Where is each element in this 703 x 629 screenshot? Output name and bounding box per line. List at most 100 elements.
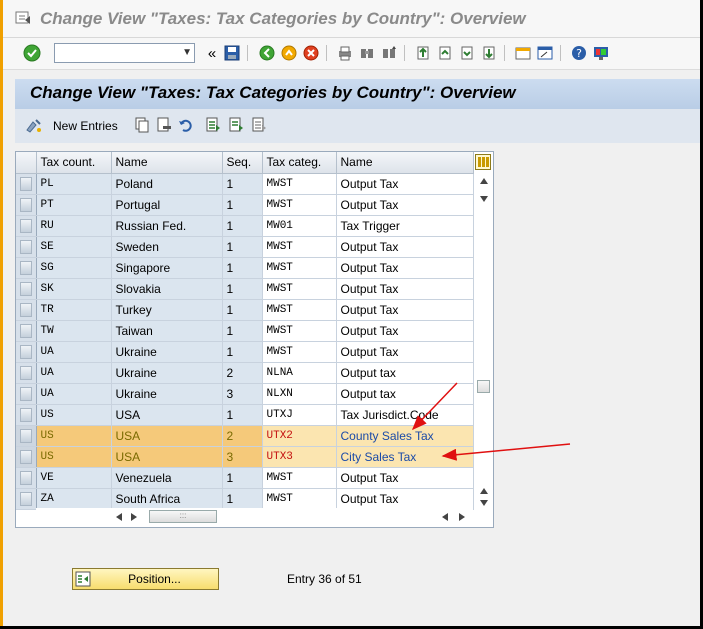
cell-tax-category[interactable]: MWST: [262, 467, 337, 489]
row-selector[interactable]: [16, 257, 37, 279]
row-selector[interactable]: [16, 194, 37, 216]
row-selector[interactable]: [16, 278, 37, 300]
row-select-box[interactable]: [19, 491, 32, 506]
position-button[interactable]: Position...: [72, 568, 219, 590]
find-icon[interactable]: [358, 44, 376, 62]
row-selector[interactable]: [16, 236, 37, 258]
table-row[interactable]: US USA 1 UTXJ Tax Jurisdict.Code: [16, 404, 474, 426]
cell-tax-name[interactable]: Output Tax: [336, 278, 474, 300]
cell-tax-name[interactable]: Output tax: [336, 362, 474, 384]
cell-tax-name[interactable]: Output Tax: [336, 320, 474, 342]
command-input[interactable]: [55, 44, 173, 62]
row-select-box[interactable]: [19, 449, 32, 464]
row-select-box[interactable]: [19, 239, 32, 254]
horizontal-scrollbar[interactable]: :::: [36, 508, 473, 526]
column-header-tax-name[interactable]: Name: [336, 152, 474, 174]
column-settings-icon[interactable]: [475, 154, 491, 170]
scroll-right-end-icon[interactable]: [459, 513, 465, 521]
scroll-left-end-icon[interactable]: [442, 513, 448, 521]
cell-tax-name[interactable]: Output tax: [336, 383, 474, 405]
table-row[interactable]: UA Ukraine 3 NLXN Output tax: [16, 383, 474, 405]
table-row[interactable]: US USA 2 UTX2 County Sales Tax: [16, 425, 474, 447]
cell-tax-name[interactable]: City Sales Tax: [336, 446, 474, 468]
delete-icon[interactable]: [156, 117, 172, 133]
table-row[interactable]: SG Singapore 1 MWST Output Tax: [16, 257, 474, 279]
next-page-icon[interactable]: [458, 44, 476, 62]
cell-tax-category[interactable]: MWST: [262, 194, 337, 216]
cell-tax-category[interactable]: MWST: [262, 341, 337, 363]
help-icon[interactable]: ?: [570, 44, 588, 62]
row-selector[interactable]: [16, 488, 37, 510]
back-icon[interactable]: [258, 44, 276, 62]
undo-change-icon[interactable]: [178, 117, 194, 133]
table-row[interactable]: TW Taiwan 1 MWST Output Tax: [16, 320, 474, 342]
page-down-icon[interactable]: [480, 196, 488, 202]
chevron-down-icon[interactable]: ▼: [182, 47, 192, 58]
new-entries-button[interactable]: New Entries: [25, 117, 118, 135]
cancel-icon[interactable]: [302, 44, 320, 62]
scroll-left-icon[interactable]: [116, 513, 122, 521]
create-session-icon[interactable]: [514, 44, 532, 62]
cell-tax-category[interactable]: MWST: [262, 488, 337, 510]
table-row[interactable]: UA Ukraine 2 NLNA Output tax: [16, 362, 474, 384]
row-selector[interactable]: [16, 173, 37, 195]
table-row[interactable]: VE Venezuela 1 MWST Output Tax: [16, 467, 474, 489]
cell-tax-category[interactable]: MW01: [262, 215, 337, 237]
row-select-box[interactable]: [19, 197, 32, 212]
last-page-icon[interactable]: [480, 44, 498, 62]
column-header-tax-country[interactable]: Tax count.: [36, 152, 112, 174]
row-selector[interactable]: [16, 446, 37, 468]
cell-tax-category[interactable]: MWST: [262, 236, 337, 258]
row-select-box[interactable]: [19, 344, 32, 359]
cell-tax-category[interactable]: MWST: [262, 320, 337, 342]
row-select-box[interactable]: [19, 365, 32, 380]
cell-tax-name[interactable]: Output Tax: [336, 257, 474, 279]
cell-tax-category[interactable]: NLXN: [262, 383, 337, 405]
column-header-sequence[interactable]: Seq.: [222, 152, 263, 174]
cell-tax-category[interactable]: MWST: [262, 278, 337, 300]
row-select-box[interactable]: [19, 260, 32, 275]
copy-as-icon[interactable]: [134, 117, 150, 133]
cell-tax-name[interactable]: Output Tax: [336, 488, 474, 510]
cell-tax-name[interactable]: County Sales Tax: [336, 425, 474, 447]
cell-tax-name[interactable]: Output Tax: [336, 467, 474, 489]
select-all-icon[interactable]: [205, 117, 221, 133]
table-row[interactable]: SK Slovakia 1 MWST Output Tax: [16, 278, 474, 300]
row-selector[interactable]: [16, 383, 37, 405]
scroll-up-icon[interactable]: [480, 178, 488, 184]
row-select-box[interactable]: [19, 176, 32, 191]
row-select-box[interactable]: [19, 281, 32, 296]
scroll-right-icon[interactable]: [131, 513, 137, 521]
cell-tax-name[interactable]: Output Tax: [336, 194, 474, 216]
command-field[interactable]: ▼: [54, 43, 195, 63]
exit-icon[interactable]: [280, 44, 298, 62]
row-selector[interactable]: [16, 341, 37, 363]
table-row[interactable]: SE Sweden 1 MWST Output Tax: [16, 236, 474, 258]
row-selector[interactable]: [16, 362, 37, 384]
row-select-box[interactable]: [19, 302, 32, 317]
deselect-all-icon[interactable]: [251, 117, 267, 133]
customize-layout-icon[interactable]: [592, 44, 610, 62]
cell-tax-name[interactable]: Output Tax: [336, 341, 474, 363]
window-menu-icon[interactable]: [15, 11, 31, 25]
cell-tax-category[interactable]: UTX3: [262, 446, 337, 468]
save-icon[interactable]: [223, 44, 241, 62]
horizontal-scroll-thumb[interactable]: :::: [149, 510, 217, 523]
first-page-icon[interactable]: [414, 44, 432, 62]
scroll-thumb[interactable]: [477, 380, 490, 393]
cell-tax-category[interactable]: UTXJ: [262, 404, 337, 426]
cell-tax-category[interactable]: NLNA: [262, 362, 337, 384]
row-selector[interactable]: [16, 215, 37, 237]
row-selector[interactable]: [16, 320, 37, 342]
cell-tax-category[interactable]: UTX2: [262, 425, 337, 447]
cell-tax-name[interactable]: Output Tax: [336, 299, 474, 321]
table-row[interactable]: RU Russian Fed. 1 MW01 Tax Trigger: [16, 215, 474, 237]
cell-tax-name[interactable]: Output Tax: [336, 173, 474, 195]
row-select-box[interactable]: [19, 323, 32, 338]
page-up-icon[interactable]: [480, 488, 488, 494]
row-selector[interactable]: [16, 425, 37, 447]
find-next-icon[interactable]: [380, 44, 398, 62]
row-select-box[interactable]: [19, 428, 32, 443]
row-select-box[interactable]: [19, 218, 32, 233]
cell-tax-category[interactable]: MWST: [262, 299, 337, 321]
